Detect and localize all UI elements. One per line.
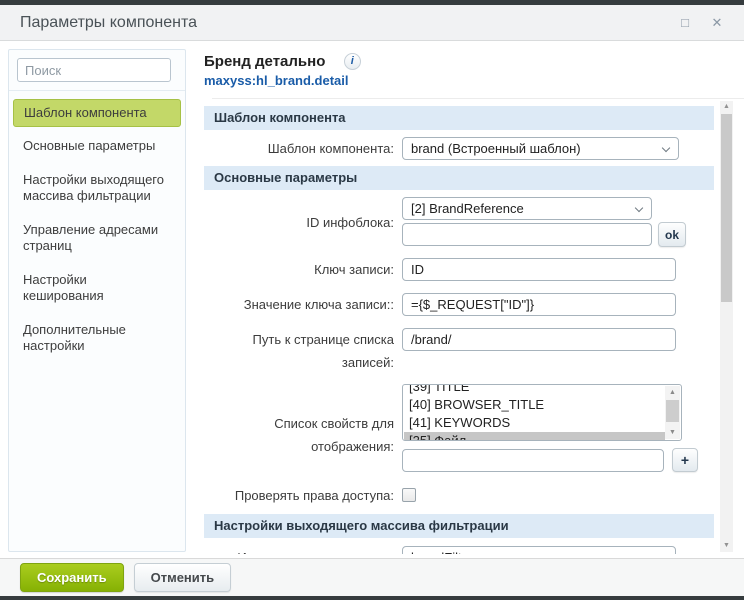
header-divider (212, 98, 744, 99)
sidebar-item-component-template[interactable]: Шаблон компонента (13, 99, 181, 127)
sidebar-item-page-addresses[interactable]: Управление адресами страниц (9, 213, 185, 263)
iblock-select[interactable]: [2] BrandReference (402, 197, 652, 220)
sidebar-item-additional-settings[interactable]: Дополнительные настройки (9, 313, 185, 363)
key-value-row: Значение ключа записи:: (204, 293, 714, 316)
access-rights-label: Проверять права доступа: (204, 484, 402, 507)
component-title: Бренд детально (204, 53, 325, 70)
ok-button[interactable]: ok (658, 222, 686, 247)
close-icon[interactable]: ✕ (710, 16, 724, 30)
dialog-titlebar: Параметры компонента □ ✕ (0, 5, 744, 41)
scroll-down-icon[interactable]: ▼ (720, 540, 733, 552)
section-header-filter-settings: Настройки выходящего массива фильтрации (204, 514, 714, 538)
key-value-label: Значение ключа записи:: (204, 293, 402, 316)
template-select[interactable]: brand (Встроенный шаблон) (402, 137, 679, 160)
properties-label: Список свойств для отображения: (204, 412, 402, 458)
iblock-label: ID инфоблока: (204, 211, 402, 234)
properties-listbox[interactable]: [39] TITLE [40] BROWSER_TITLE [41] KEYWO… (402, 384, 682, 441)
record-key-label: Ключ записи: (204, 258, 402, 281)
section-header-main-parameters: Основные параметры (204, 166, 714, 190)
properties-row: Список свойств для отображения: [39] TIT… (204, 384, 714, 472)
form-scrollbar[interactable]: ▲ ▼ (720, 101, 733, 552)
maximize-icon[interactable]: □ (678, 16, 692, 30)
filter-name-row: Имя выходящего массива фильтра: (204, 546, 714, 554)
listbox-scrollbar-thumb[interactable] (666, 400, 679, 422)
main-header: Бренд детально i maxyss:hl_brand.detail (196, 41, 744, 99)
template-label: Шаблон компонента: (204, 137, 402, 160)
list-page-input[interactable] (402, 328, 676, 351)
listbox-option[interactable]: [40] BROWSER_TITLE (404, 396, 665, 414)
listbox-option[interactable]: [41] KEYWORDS (404, 414, 665, 432)
listbox-option-selected[interactable]: [25] Файл (404, 432, 665, 441)
save-button[interactable]: Сохранить (20, 563, 124, 592)
template-row: Шаблон компонента: brand (Встроенный шаб… (204, 137, 714, 160)
scroll-up-icon[interactable]: ▲ (720, 101, 733, 113)
section-header-component-template: Шаблон компонента (204, 106, 714, 130)
iblock-select-value: [2] BrandReference (411, 201, 524, 216)
key-value-input[interactable] (402, 293, 676, 316)
add-property-button[interactable]: + (672, 448, 698, 472)
component-id: maxyss:hl_brand.detail (204, 73, 744, 88)
sidebar-item-caching-settings[interactable]: Настройки кеширования (9, 263, 185, 313)
scroll-up-icon[interactable]: ▲ (665, 386, 680, 399)
search-input[interactable] (17, 58, 171, 82)
scroll-down-icon[interactable]: ▼ (665, 426, 680, 439)
sidebar: Шаблон компонента Основные параметры Нас… (8, 49, 186, 552)
iblock-manual-input[interactable] (402, 223, 652, 246)
sidebar-menu: Шаблон компонента Основные параметры Нас… (9, 99, 185, 363)
chevron-down-icon (635, 204, 643, 212)
filter-name-input[interactable] (402, 546, 676, 554)
add-property-input[interactable] (402, 449, 664, 472)
chevron-down-icon (662, 144, 670, 152)
sidebar-item-main-parameters[interactable]: Основные параметры (9, 129, 185, 163)
info-icon[interactable]: i (344, 53, 361, 70)
listbox-scrollbar[interactable]: ▲ ▼ (665, 386, 680, 439)
dialog-footer: Сохранить Отменить (0, 558, 744, 596)
main-panel: Бренд детально i maxyss:hl_brand.detail … (196, 41, 744, 558)
listbox-option[interactable]: [39] TITLE (404, 384, 665, 396)
iblock-row: ID инфоблока: [2] BrandReference ok (204, 197, 714, 247)
access-rights-checkbox[interactable] (402, 488, 416, 502)
record-key-row: Ключ записи: (204, 258, 714, 281)
list-page-row: Путь к странице списка записей: (204, 328, 714, 374)
sidebar-divider (9, 90, 185, 91)
record-key-input[interactable] (402, 258, 676, 281)
template-select-value: brand (Встроенный шаблон) (411, 141, 581, 156)
filter-name-label: Имя выходящего массива фильтра: (204, 546, 402, 554)
component-parameters-dialog: Параметры компонента □ ✕ Шаблон компонен… (0, 5, 744, 596)
form-scrollbar-thumb[interactable] (721, 114, 732, 302)
dialog-title: Параметры компонента (20, 14, 197, 32)
parameters-form: Шаблон компонента Шаблон компонента: bra… (204, 101, 714, 554)
dialog-content: Шаблон компонента Основные параметры Нас… (0, 41, 744, 558)
cancel-button[interactable]: Отменить (134, 563, 232, 592)
list-page-label: Путь к странице списка записей: (204, 328, 402, 374)
sidebar-item-filter-array-settings[interactable]: Настройки выходящего массива фильтрации (9, 163, 185, 213)
access-rights-row: Проверять права доступа: (204, 484, 714, 507)
